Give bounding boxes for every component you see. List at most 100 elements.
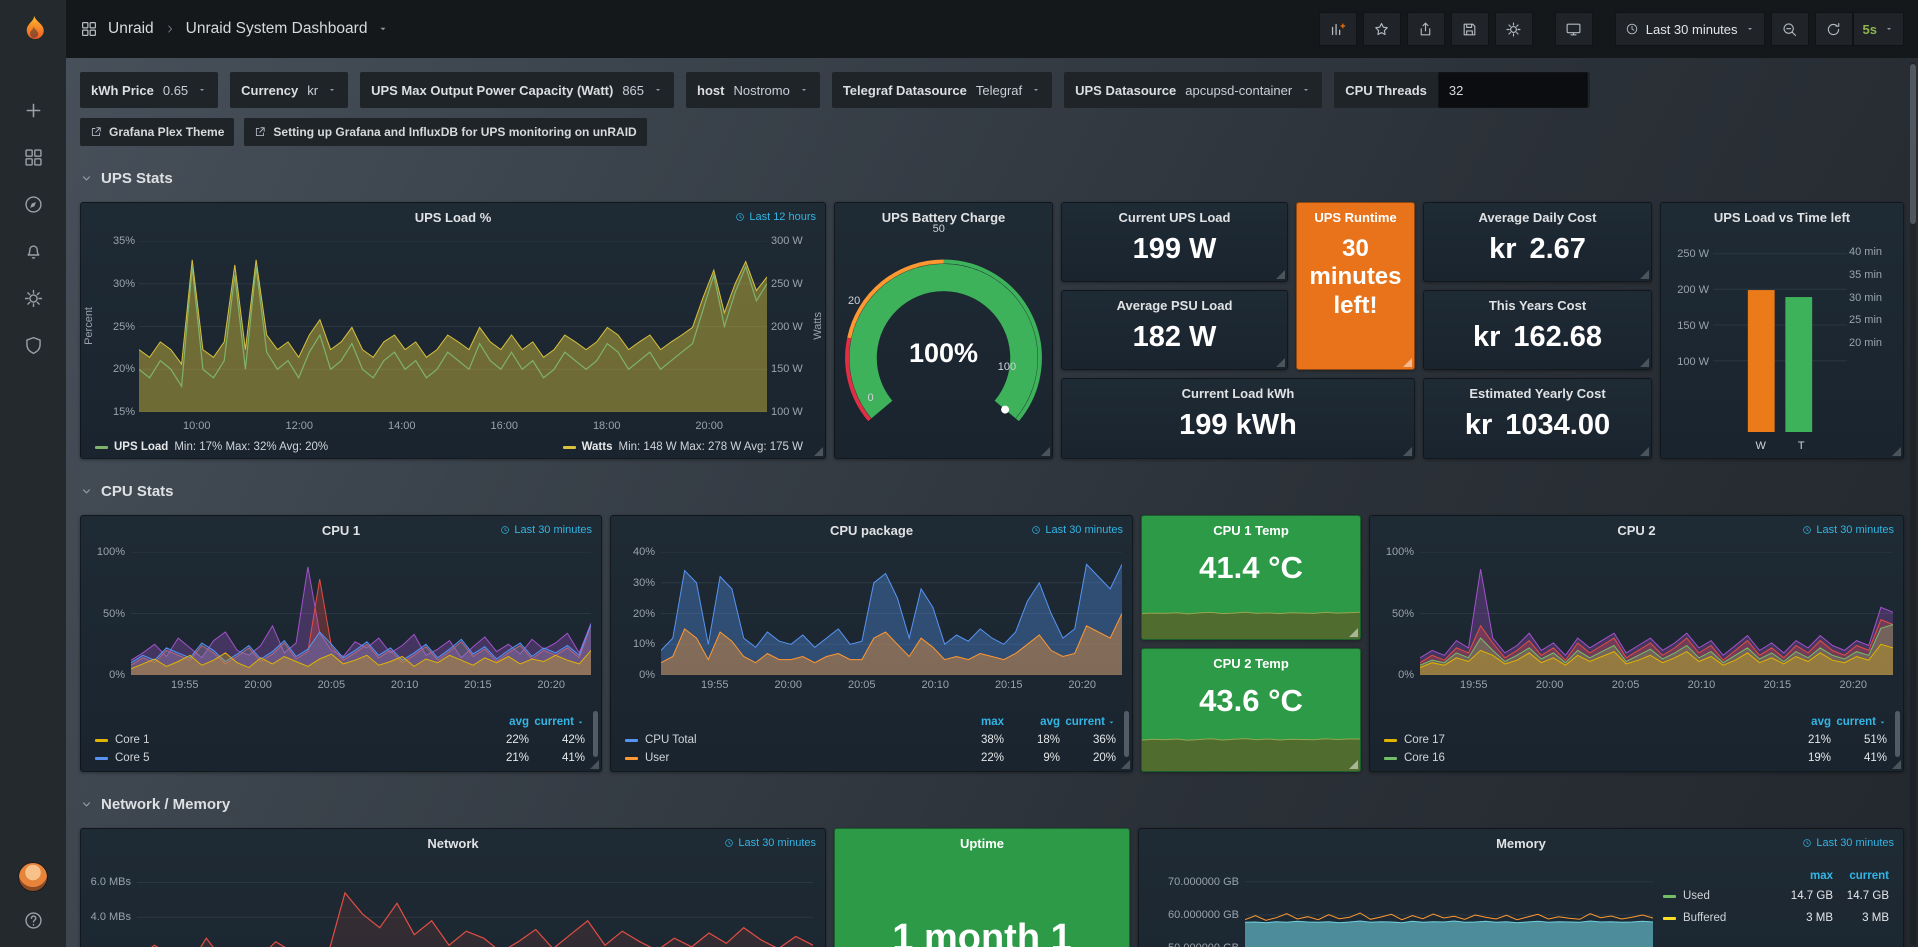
chart-legend: avg current Core 1 22% 42% Core 5 21% 41… <box>95 713 585 767</box>
legend-item-watts[interactable]: WattsMin: 148 W Max: 278 W Avg: 175 W <box>563 441 803 453</box>
legend-col-max[interactable]: max <box>1777 870 1833 882</box>
panel-title[interactable]: UPS Load % <box>81 203 825 233</box>
legend-series-name[interactable]: Core 17 <box>1404 734 1775 746</box>
ups-load-chart[interactable] <box>139 241 767 412</box>
stat-value: 43.6 °C <box>1142 683 1360 719</box>
legend-series-name[interactable]: Used <box>1683 890 1777 902</box>
panel-title[interactable]: Average PSU Load <box>1062 291 1287 321</box>
variable-host[interactable]: host Nostromo <box>686 72 820 108</box>
section-cpu-stats[interactable]: CPU Stats <box>80 479 1904 503</box>
panel-title[interactable]: Uptime <box>835 829 1129 859</box>
legend-name: Watts <box>582 441 613 453</box>
legend-scrollbar[interactable] <box>1124 711 1129 757</box>
save-button[interactable] <box>1451 12 1489 46</box>
star-button[interactable] <box>1363 12 1401 46</box>
share-button[interactable] <box>1407 12 1445 46</box>
panel-time-override: Last 30 minutes <box>1031 524 1123 536</box>
panel-title[interactable]: Average Daily Cost <box>1424 203 1651 233</box>
caret-down-icon[interactable] <box>377 23 389 35</box>
cpu1-chart[interactable] <box>131 552 591 675</box>
sort-caret-icon <box>576 718 585 727</box>
legend-series-name[interactable]: Buffered <box>1683 912 1777 924</box>
network-memory-row: Network Last 30 minutes 6.0 MBs4.0 MBs2.… <box>80 828 1904 947</box>
add-panel-button[interactable] <box>1319 12 1357 46</box>
breadcrumb-dashboard-title[interactable]: Unraid System Dashboard <box>186 20 368 38</box>
legend-scrollbar[interactable] <box>1895 711 1900 757</box>
sidebar-item-help[interactable] <box>23 910 44 931</box>
sidebar-item-explore[interactable] <box>23 194 44 215</box>
scrollbar-thumb[interactable] <box>1910 64 1916 224</box>
dashboard-link-plex-theme[interactable]: Grafana Plex Theme <box>80 118 234 146</box>
panel-title[interactable]: UPS Runtime <box>1297 203 1414 233</box>
panel-title[interactable]: Network <box>81 829 825 859</box>
section-ups-stats[interactable]: UPS Stats <box>80 166 1904 190</box>
legend-col-current[interactable]: current <box>1833 870 1889 882</box>
panel-title[interactable]: UPS Load vs Time left <box>1661 203 1903 233</box>
breadcrumb-app[interactable]: Unraid <box>108 20 154 38</box>
legend-col-current[interactable]: current <box>1831 716 1887 728</box>
panel-title[interactable]: CPU 1 Temp <box>1142 516 1360 546</box>
sidebar-item-dashboards[interactable] <box>23 147 44 168</box>
clock-icon <box>1625 22 1639 36</box>
variable-kwh-price[interactable]: kWh Price 0.65 <box>80 72 218 108</box>
page-scrollbar[interactable] <box>1910 62 1916 945</box>
dashboard-settings-button[interactable] <box>1495 12 1533 46</box>
panel-title[interactable]: Current UPS Load <box>1062 203 1287 233</box>
panel-time-override: Last 30 minutes <box>1802 837 1894 849</box>
section-title: Network / Memory <box>101 796 230 813</box>
variable-value: apcupsd-container <box>1185 83 1292 98</box>
variable-telegraf-datasource[interactable]: Telegraf Datasource Telegraf <box>832 72 1052 108</box>
section-network-memory[interactable]: Network / Memory <box>80 792 1904 816</box>
legend-series-name[interactable]: User <box>645 752 948 764</box>
dashboard-link-ups-guide[interactable]: Setting up Grafana and InfluxDB for UPS … <box>244 118 646 146</box>
network-chart[interactable] <box>137 865 813 947</box>
legend-value: 20% <box>1060 752 1116 764</box>
clock-icon <box>1031 525 1041 535</box>
cpu2-chart[interactable] <box>1420 552 1893 675</box>
panel-title[interactable]: Current Load kWh <box>1062 379 1414 409</box>
panel-title[interactable]: Memory <box>1139 829 1903 859</box>
refresh-button[interactable] <box>1815 12 1853 46</box>
panel-title[interactable]: Estimated Yearly Cost <box>1424 379 1651 409</box>
variable-ups-max-output[interactable]: UPS Max Output Power Capacity (Watt) 865 <box>360 72 674 108</box>
legend-series-name[interactable]: Core 16 <box>1404 752 1775 764</box>
refresh-interval-picker[interactable]: 5s <box>1853 12 1904 46</box>
cpu-package-chart[interactable] <box>661 552 1122 675</box>
legend-scrollbar[interactable] <box>593 711 598 757</box>
legend-series-name[interactable]: Core 5 <box>115 752 473 764</box>
legend-series-name[interactable]: CPU Total <box>645 734 948 746</box>
legend-item-ups-load[interactable]: UPS LoadMin: 17% Max: 32% Avg: 20% <box>95 441 328 453</box>
legend-col-avg[interactable]: avg <box>1775 716 1831 728</box>
tv-mode-button[interactable] <box>1555 12 1593 46</box>
panel-title[interactable]: CPU 2 Temp <box>1142 649 1360 679</box>
user-avatar[interactable] <box>18 862 48 892</box>
legend-col-avg[interactable]: avg <box>473 716 529 728</box>
zoom-out-button[interactable] <box>1771 12 1809 46</box>
legend-col-current[interactable]: current <box>529 716 585 728</box>
panel-title[interactable]: This Years Cost <box>1424 291 1651 321</box>
grafana-logo[interactable] <box>0 0 66 60</box>
sidebar-item-alerting[interactable] <box>23 241 44 262</box>
add-panel-icon <box>1329 21 1346 38</box>
memory-chart[interactable] <box>1245 865 1653 947</box>
dashboard-picker-icon[interactable] <box>80 20 98 38</box>
time-range-picker[interactable]: Last 30 minutes <box>1615 12 1765 46</box>
legend-col-max[interactable]: max <box>948 716 1004 728</box>
panel-ups-load: UPS Load % Last 12 hours Percent Watts 3… <box>80 202 826 459</box>
zoom-out-icon <box>1781 21 1798 38</box>
legend-value: 14.7 GB <box>1777 890 1833 902</box>
legend-row: Used 14.7 GB 14.7 GB <box>1663 885 1889 907</box>
legend-header: avg current <box>1384 713 1887 731</box>
legend-col-current[interactable]: current <box>1060 716 1116 728</box>
sidebar-item-configuration[interactable] <box>23 288 44 309</box>
variable-currency[interactable]: Currency kr <box>230 72 348 108</box>
clock-icon <box>735 212 745 222</box>
sidebar-item-create[interactable] <box>23 100 44 121</box>
cpu-threads-input[interactable] <box>1438 72 1588 108</box>
legend-value: 22% <box>948 752 1004 764</box>
legend-series-name[interactable]: Core 1 <box>115 734 473 746</box>
ups-bar-chart[interactable] <box>1713 243 1847 432</box>
sidebar-item-server-admin[interactable] <box>23 335 44 356</box>
variable-ups-datasource[interactable]: UPS Datasource apcupsd-container <box>1064 72 1322 108</box>
legend-col-avg[interactable]: avg <box>1004 716 1060 728</box>
